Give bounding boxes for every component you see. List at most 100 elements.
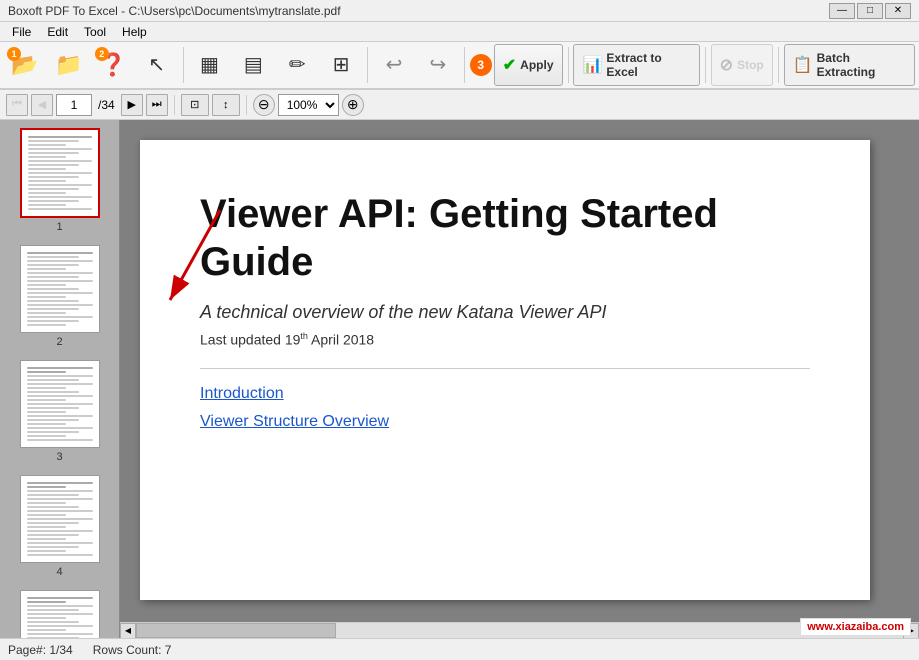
thumb-num-4: 4 (56, 566, 62, 578)
zoom-plus-button[interactable]: ⊕ (342, 94, 364, 116)
undo-button[interactable]: ↩ (373, 44, 415, 86)
batch-button[interactable]: 📋 Batch Extracting (784, 44, 915, 86)
thumb-content-4 (21, 476, 99, 562)
toolbar-separator-5 (705, 47, 706, 83)
thumbnail-5[interactable]: 5 (0, 582, 119, 638)
toolbar-separator-4 (568, 47, 569, 83)
thumb-content-1 (22, 130, 98, 216)
watermark-text: www.xiazaiba.com (807, 621, 904, 633)
thumb-num-3: 3 (56, 451, 62, 463)
table-button[interactable]: ▦ (189, 44, 231, 86)
thumbnail-4[interactable]: 4 (0, 467, 119, 582)
page-first-button[interactable]: ⏮ (6, 94, 28, 116)
layout-icon: ⊞ (333, 55, 350, 75)
thumb-num-1: 1 (56, 221, 62, 233)
pdf-view: Viewer API: Getting Started Guide A tech… (120, 120, 919, 638)
hscroll-thumb[interactable] (136, 623, 336, 638)
page-prev-button[interactable]: ◀ (31, 94, 53, 116)
help-button[interactable]: ❓ 2 (92, 44, 134, 86)
pdf-scroll-area[interactable]: Viewer API: Getting Started Guide A tech… (120, 120, 919, 622)
thumb-num-2: 2 (56, 336, 62, 348)
thumbnail-2[interactable]: 2 (0, 237, 119, 352)
watermark: www.xiazaiba.com (800, 618, 911, 636)
fit-page-button[interactable]: ⊡ (181, 94, 209, 116)
maximize-button[interactable]: □ (857, 3, 883, 19)
page-info: Page#: 1/34 (8, 643, 73, 657)
thumb-frame-2 (20, 245, 100, 333)
layout-button[interactable]: ⊞ (320, 44, 362, 86)
menubar: File Edit Tool Help (0, 22, 919, 42)
pdf-link-viewer-structure[interactable]: Viewer Structure Overview (200, 413, 810, 431)
pdf-subtitle: A technical overview of the new Katana V… (200, 302, 810, 323)
help-badge: 2 (95, 47, 109, 61)
page-next-button[interactable]: ▶ (121, 94, 143, 116)
edit-button[interactable]: ✏ (276, 44, 318, 86)
thumb-frame-5 (20, 590, 100, 638)
toolbar-separator-6 (778, 47, 779, 83)
toolbar-separator-3 (464, 47, 465, 83)
horizontal-scrollbar[interactable]: ◀ ▶ (120, 622, 919, 638)
open-button[interactable]: 📂 1 (4, 44, 46, 86)
cursor-icon: ↖ (148, 55, 165, 75)
redo-icon: ↪ (429, 55, 446, 75)
apply-badge: 3 (470, 54, 492, 76)
folder-button[interactable]: 📁 (48, 44, 90, 86)
extract-button[interactable]: 📊 Extract to Excel (573, 44, 699, 86)
thumbnail-3[interactable]: 3 (0, 352, 119, 467)
pdf-date-suffix: April 2018 (308, 332, 374, 348)
pdf-date-sup: th (300, 331, 308, 341)
table2-button[interactable]: ▤ (232, 44, 274, 86)
nav-separator-1 (174, 95, 175, 115)
thumb-content-3 (21, 361, 99, 447)
close-button[interactable]: ✕ (885, 3, 911, 19)
apply-button[interactable]: ✔ Apply (494, 44, 563, 86)
zoom-minus-button[interactable]: ⊖ (253, 94, 275, 116)
stop-label: Stop (737, 58, 764, 72)
stop-icon: ⊘ (720, 55, 733, 75)
pdf-date-prefix: Last updated 19 (200, 332, 300, 348)
pdf-date: Last updated 19th April 2018 (200, 331, 810, 348)
hscroll-track[interactable] (136, 623, 903, 638)
redo-button[interactable]: ↪ (417, 44, 459, 86)
thumb-content-2 (21, 246, 99, 332)
edit-icon: ✏ (289, 55, 306, 75)
page-last-button[interactable]: ⏭ (146, 94, 168, 116)
navbar: ⏮ ◀ /34 ▶ ⏭ ⊡ ↕ ⊖ 100% 75% 150% 200% ⊕ (0, 90, 919, 120)
page-total: /34 (95, 98, 118, 112)
table-icon: ▦ (200, 55, 219, 75)
nav-separator-2 (246, 95, 247, 115)
open-badge: 1 (7, 47, 21, 61)
extract-icon: 📊 (582, 55, 602, 75)
menu-edit[interactable]: Edit (39, 23, 76, 41)
pdf-page: Viewer API: Getting Started Guide A tech… (140, 140, 870, 600)
undo-icon: ↩ (386, 55, 403, 75)
toolbar-separator-2 (367, 47, 368, 83)
menu-file[interactable]: File (4, 23, 39, 41)
thumb-frame-3 (20, 360, 100, 448)
toolbar: 📂 1 📁 ❓ 2 ↖ ▦ ▤ ✏ ⊞ ↩ ↪ 3 ✔ Apply (0, 42, 919, 90)
batch-label: Batch Extracting (817, 51, 906, 79)
titlebar: Boxoft PDF To Excel - C:\Users\pc\Docume… (0, 0, 919, 22)
stop-button[interactable]: ⊘ Stop (711, 44, 773, 86)
pdf-title: Viewer API: Getting Started Guide (200, 190, 810, 286)
menu-help[interactable]: Help (114, 23, 155, 41)
app-title: Boxoft PDF To Excel - C:\Users\pc\Docume… (8, 4, 341, 18)
hscroll-left-button[interactable]: ◀ (120, 623, 136, 639)
batch-icon: 📋 (793, 55, 813, 75)
fit-width-button[interactable]: ↕ (212, 94, 240, 116)
zoom-select[interactable]: 100% 75% 150% 200% (278, 94, 339, 116)
statusbar: Page#: 1/34 Rows Count: 7 (0, 638, 919, 660)
minimize-button[interactable]: — (829, 3, 855, 19)
toolbar-separator-1 (183, 47, 184, 83)
table2-icon: ▤ (244, 55, 263, 75)
menu-tool[interactable]: Tool (76, 23, 114, 41)
thumbnail-panel[interactable]: 1 (0, 120, 120, 638)
page-input[interactable] (56, 94, 92, 116)
select-button[interactable]: ↖ (136, 44, 178, 86)
thumb-content-5 (21, 591, 99, 638)
thumb-frame-4 (20, 475, 100, 563)
pdf-link-introduction[interactable]: Introduction (200, 385, 810, 403)
apply-checkmark-icon: ✔ (503, 55, 516, 75)
thumbnail-1[interactable]: 1 (0, 120, 119, 237)
apply-label: Apply (520, 58, 553, 72)
